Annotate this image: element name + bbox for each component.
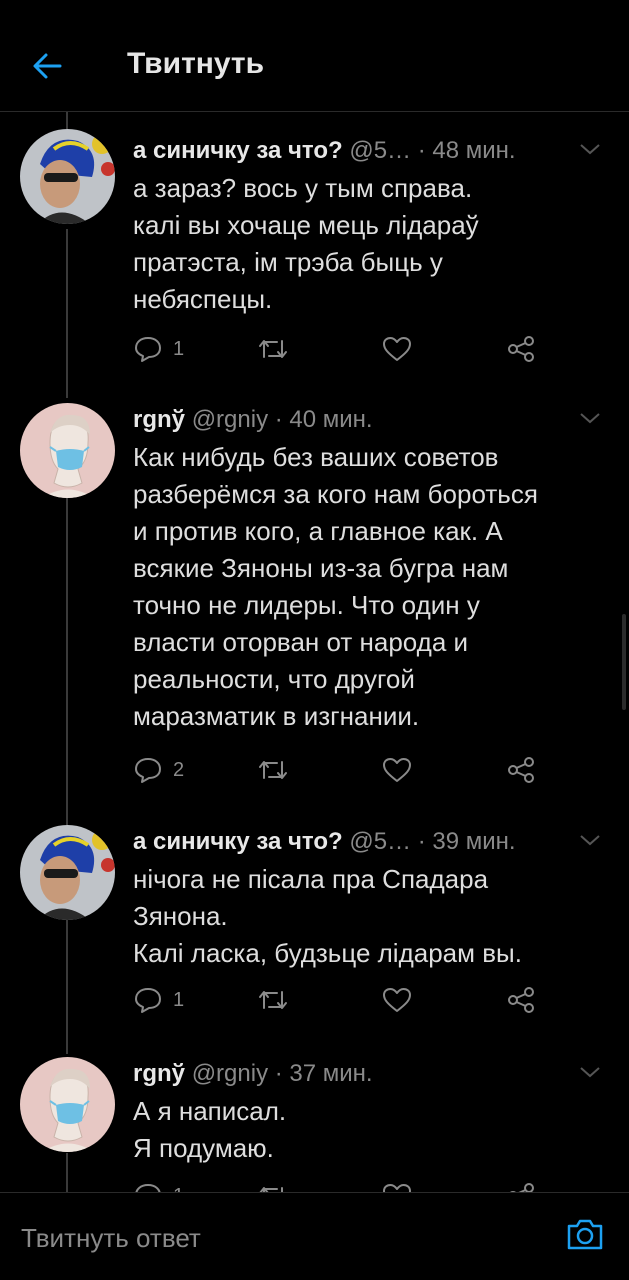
retweet-icon [259, 761, 287, 779]
reply-icon [135, 988, 161, 1013]
share-icon [508, 336, 534, 362]
reply-icon [135, 337, 161, 362]
author-name[interactable]: а синичку за что? [133, 828, 343, 855]
reply-count: 1 [173, 1185, 184, 1193]
author-handle: @5… [349, 137, 412, 164]
retweet-icon [259, 1187, 283, 1192]
retweet-button[interactable] [257, 755, 289, 785]
camera-button[interactable] [566, 1217, 604, 1251]
tweet-actions: 2 [133, 755, 563, 785]
share-button[interactable] [507, 755, 535, 785]
reply-button[interactable]: 1 [133, 985, 184, 1015]
author-name[interactable]: rgnў [133, 406, 185, 433]
share-button[interactable] [507, 985, 535, 1015]
retweet-button[interactable] [257, 985, 289, 1015]
share-button[interactable] [507, 1181, 535, 1192]
tweet-actions: 1 [133, 334, 563, 364]
tweet-meta: а синичку за что? @5… · 39 мин. [133, 828, 516, 855]
reply-composer[interactable]: Твитнуть ответ [0, 1192, 629, 1280]
tweet-item[interactable]: rgnў @rgniy · 37 мин. А я написал. Я под… [0, 1057, 629, 1192]
author-handle: @rgniy [191, 406, 269, 433]
tweet-item[interactable]: rgnў @rgniy · 40 мин. Как нибудь без ваш… [0, 403, 629, 803]
share-icon [508, 757, 534, 783]
reply-count: 1 [173, 988, 185, 1011]
page-title: Твитнуть [127, 47, 265, 80]
tweet-text: Как нибудь без ваших советов разберёмся … [133, 442, 538, 731]
back-button[interactable] [30, 48, 66, 84]
retweet-button[interactable] [257, 334, 289, 364]
reply-button[interactable]: 2 [133, 755, 184, 785]
tweet-item[interactable]: а синичку за что? @5… · 39 мин. нічога н… [0, 825, 629, 1025]
tweet-meta: а синичку за что? @5… · 48 мин. [133, 137, 516, 164]
retweet-button[interactable] [257, 1181, 289, 1192]
retweet-icon [259, 340, 287, 358]
reply-icon [135, 758, 161, 783]
chevron-down-icon[interactable] [579, 142, 601, 156]
author-name[interactable]: а синичку за что? [133, 137, 343, 164]
conversation-feed[interactable]: а синичку за что? @5… · 48 мин. а зараз?… [0, 112, 629, 1192]
tweet-time: 48 мин. [432, 137, 516, 164]
tweet-text: А я написал. Я подумаю. [133, 1096, 287, 1163]
woman-sunglasses-avatar [20, 129, 115, 224]
tweet-text: а зараз? вось у тым справа. калі вы хоча… [133, 173, 479, 314]
heart-icon [383, 988, 411, 1012]
heart-icon [383, 337, 411, 361]
share-button[interactable] [507, 334, 535, 364]
chevron-down-icon[interactable] [579, 1065, 601, 1079]
author-handle: @5… [349, 828, 412, 855]
like-button[interactable] [382, 1181, 412, 1192]
tweet-item[interactable]: а синичку за что? @5… · 48 мин. а зараз?… [0, 129, 629, 384]
thread-line [66, 112, 68, 129]
heart-icon [383, 1184, 411, 1192]
statue-mask-avatar [20, 1057, 115, 1152]
woman-sunglasses-avatar [20, 825, 115, 920]
tweet-time: 37 мин. [289, 1060, 373, 1087]
tweet-meta: rgnў @rgniy · 40 мин. [133, 406, 373, 433]
like-button[interactable] [382, 334, 412, 364]
tweet-time: 40 мин. [289, 406, 373, 433]
reply-input[interactable]: Твитнуть ответ [21, 1223, 201, 1254]
arrow-left-icon [33, 53, 62, 79]
share-icon [508, 987, 534, 1013]
reply-icon [135, 1184, 161, 1192]
tweet-time: 39 мин. [432, 828, 516, 855]
reply-button[interactable]: 1 [133, 1181, 184, 1192]
tweet-text: нічога не пісала пра Спадара Зянона. Кал… [133, 864, 522, 968]
like-button[interactable] [382, 755, 412, 785]
author-handle: @rgniy [191, 1060, 269, 1087]
share-icon [510, 1183, 534, 1192]
top-app-bar: Твитнуть [0, 0, 629, 112]
statue-mask-avatar [20, 403, 115, 498]
reply-count: 2 [173, 758, 185, 781]
author-name[interactable]: rgnў [133, 1060, 185, 1087]
avatar[interactable] [20, 1057, 115, 1152]
avatar[interactable] [20, 129, 115, 224]
tweet-actions: 1 [133, 1181, 563, 1192]
avatar[interactable] [20, 403, 115, 498]
chevron-down-icon[interactable] [579, 411, 601, 425]
scrollbar[interactable] [622, 614, 626, 710]
retweet-icon [259, 991, 287, 1009]
camera-icon [567, 1219, 603, 1250]
heart-icon [383, 758, 411, 782]
tweet-meta: rgnў @rgniy · 37 мин. [133, 1060, 373, 1087]
reply-button[interactable]: 1 [133, 334, 184, 364]
avatar[interactable] [20, 825, 115, 920]
reply-count: 1 [173, 337, 185, 360]
like-button[interactable] [382, 985, 412, 1015]
chevron-down-icon[interactable] [579, 833, 601, 847]
tweet-actions: 1 [133, 985, 563, 1015]
